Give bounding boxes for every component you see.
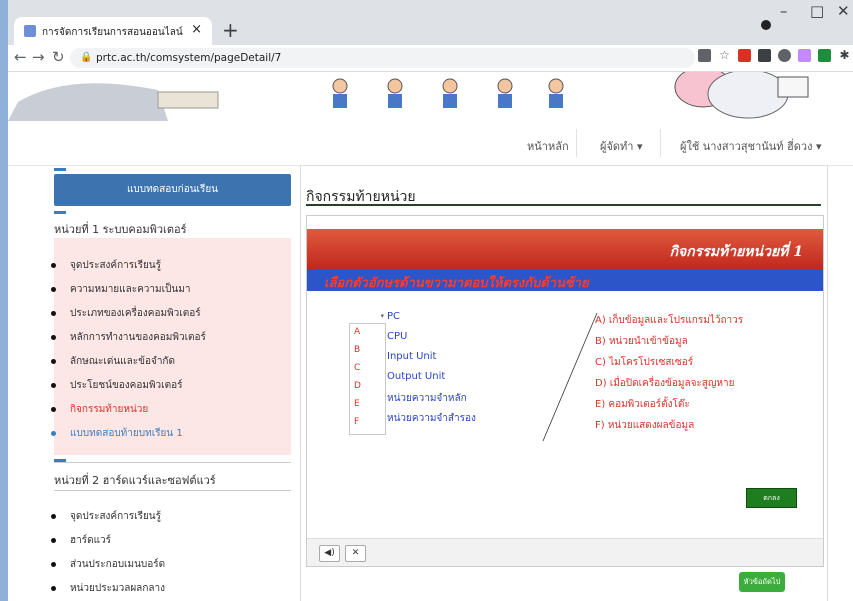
left-item: หน่วยความจำสำรอง	[387, 413, 476, 424]
left-item: CPU	[387, 331, 408, 342]
activity-header-title: กิจกรรมท้ายหน่วยที่ 1	[669, 244, 803, 260]
instruction-text: เลือกตัวอักษรด้านขวามาตอบให้ตรงกับด้านซ้…	[324, 276, 589, 291]
nav-author-label: ผู้จัดทำ	[600, 140, 634, 153]
unit2-item[interactable]: ส่วนประกอบเมนบอร์ด	[70, 557, 165, 572]
unit1-item[interactable]: ความหมายและความเป็นมา	[70, 282, 190, 297]
unit1-heading: หน่วยที่ 1 ระบบคอมพิวเตอร์	[54, 223, 187, 236]
unit2-item[interactable]: จุดประสงค์การเรียนรู้	[70, 509, 161, 524]
bullet	[51, 287, 56, 292]
profile-indicator-icon[interactable]	[761, 20, 771, 30]
bullet	[51, 263, 56, 268]
tab-title: การจัดการเรียนการสอนออนไลน์	[42, 27, 183, 38]
site-banner	[8, 72, 853, 121]
divider	[54, 490, 291, 491]
activity-controls: ◀) ✕	[307, 538, 823, 566]
tab-bar: การจัดการเรียนการสอนออนไลน์ × + – □ ✕	[8, 0, 853, 45]
star-icon[interactable]: ☆	[718, 49, 731, 62]
close-window-icon[interactable]: ✕	[837, 2, 850, 20]
unit1-item-active[interactable]: กิจกรรมท้ายหน่วย	[70, 402, 148, 417]
maximize-icon[interactable]: □	[810, 2, 824, 20]
left-item: หน่วยความจำหลัก	[387, 393, 467, 404]
nav-home-link[interactable]: หน้าหลัก	[527, 137, 569, 155]
unit1-item[interactable]: ประโยชน์ของคอมพิวเตอร์	[70, 378, 182, 393]
section-accent	[54, 168, 66, 171]
letter-option[interactable]: F	[354, 417, 359, 427]
unit2-item[interactable]: หน่วยประมวลผลกลาง	[70, 581, 165, 596]
nav-user-menu[interactable]: ผู้ใช้ นางสาวสุชานันท์ ฮี่ดวง ▾	[680, 137, 822, 155]
letter-option[interactable]: E	[354, 399, 360, 409]
lock-icon: 🔒	[80, 52, 93, 63]
top-nav: หน้าหลัก ผู้จัดทำ ▾ ผู้ใช้ นางสาวสุชานัน…	[8, 121, 853, 166]
bullet	[51, 586, 56, 591]
letter-list[interactable]: A B C D E F	[349, 323, 386, 435]
unit2-heading: หน่วยที่ 2 ฮาร์ดแวร์และซอฟต์แวร์	[54, 474, 216, 487]
nav-user-label: ผู้ใช้ นางสาวสุชานันท์ ฮี่ดวง	[680, 140, 813, 153]
forward-icon[interactable]: →	[32, 48, 45, 66]
new-tab-icon[interactable]: +	[222, 18, 239, 42]
letter-option[interactable]: A	[354, 327, 360, 337]
right-item: B) หน่วยนำเข้าข้อมูล	[595, 336, 688, 347]
ok-button[interactable]: ตกลง	[746, 488, 797, 508]
bullet	[51, 538, 56, 543]
instruction-bar: เลือกตัวอักษรด้านขวามาตอบให้ตรงกับด้านซ้…	[307, 269, 823, 291]
bullet	[51, 311, 56, 316]
activity-header: กิจกรรมท้ายหน่วยที่ 1	[307, 229, 823, 269]
next-topic-button[interactable]: หัวข้อถัดไป	[739, 572, 785, 592]
letter-option[interactable]: D	[354, 381, 361, 391]
right-item: D) เมื่อปิดเครื่องข้อมูลจะสูญหาย	[595, 378, 735, 389]
url-text: prtc.ac.th/comsystem/pageDetail/7	[96, 52, 282, 64]
back-icon[interactable]: ←	[14, 48, 27, 66]
divider	[54, 462, 291, 463]
address-bar[interactable]: 🔒 prtc.ac.th/comsystem/pageDetail/7	[70, 48, 695, 68]
bullet	[51, 335, 56, 340]
site-favicon-icon	[24, 25, 36, 37]
left-item: Output Unit	[387, 371, 446, 382]
nav-author-menu[interactable]: ผู้จัดทำ ▾	[600, 137, 643, 155]
browser-tab[interactable]: การจัดการเรียนการสอนออนไลน์ ×	[14, 17, 212, 45]
green-extension-icon[interactable]	[818, 49, 831, 62]
key-icon[interactable]	[698, 49, 711, 62]
bullet	[51, 514, 56, 519]
left-item: Input Unit	[387, 351, 437, 362]
activity-frame: กิจกรรมท้ายหน่วยที่ 1 เลือกตัวอักษรด้านข…	[306, 215, 824, 567]
banner-illustration	[8, 72, 809, 121]
right-item: E) คอมพิวเตอร์ตั้งโต๊ะ	[595, 399, 690, 410]
right-item: F) หน่วยแสดงผลข้อมูล	[595, 420, 695, 431]
unit1-item[interactable]: จุดประสงค์การเรียนรู้	[70, 258, 161, 273]
close-activity-button[interactable]: ✕	[345, 545, 366, 562]
section-accent	[54, 459, 66, 462]
minimize-icon[interactable]: –	[780, 2, 788, 20]
nav-divider	[660, 129, 661, 157]
reload-icon[interactable]: ↻	[52, 48, 65, 66]
grid-extension-icon[interactable]	[758, 49, 771, 62]
letter-option[interactable]: B	[354, 345, 360, 355]
unit2-item[interactable]: ฮาร์ดแวร์	[70, 533, 111, 548]
unit1-item[interactable]: ลักษณะเด่นและข้อจำกัด	[70, 354, 175, 369]
browser-toolbar: ← → ↻ 🔒 prtc.ac.th/comsystem/pageDetail/…	[8, 45, 853, 72]
record-extension-icon[interactable]	[778, 49, 791, 62]
unit1-item[interactable]: ประเภทของเครื่องคอมพิวเตอร์	[70, 306, 201, 321]
right-item: C) ไมโครโปรเซสเซอร์	[595, 357, 694, 368]
dropdown-arrow-icon[interactable]: ▾	[349, 312, 384, 323]
bullet	[51, 383, 56, 388]
left-item: PC	[387, 311, 401, 322]
bullet	[51, 562, 56, 567]
unit1-item[interactable]: หลักการทำงานของคอมพิวเตอร์	[70, 330, 206, 345]
pdf-extension-icon[interactable]	[738, 49, 751, 62]
title-underline	[306, 204, 821, 206]
unit1-item-posttest[interactable]: แบบทดสอบท้ายบทเรียน 1	[70, 426, 183, 441]
browser-window: การจัดการเรียนการสอนออนไลน์ × + – □ ✕ ← …	[8, 0, 853, 601]
pretest-button[interactable]: แบบทดสอบก่อนเรียน	[54, 174, 291, 206]
puzzle-icon[interactable]: ✱	[838, 49, 851, 62]
nav-divider	[576, 129, 577, 157]
sound-button[interactable]: ◀)	[319, 545, 340, 562]
letter-option[interactable]: C	[354, 363, 360, 373]
section-accent	[54, 211, 66, 214]
bullet	[51, 431, 56, 436]
bullet	[51, 407, 56, 412]
color-extension-icon[interactable]	[798, 49, 811, 62]
bullet	[51, 359, 56, 364]
close-tab-icon[interactable]: ×	[191, 22, 202, 37]
right-item: A) เก็บข้อมูลและโปรแกรมไว้ถาวร	[595, 315, 744, 326]
